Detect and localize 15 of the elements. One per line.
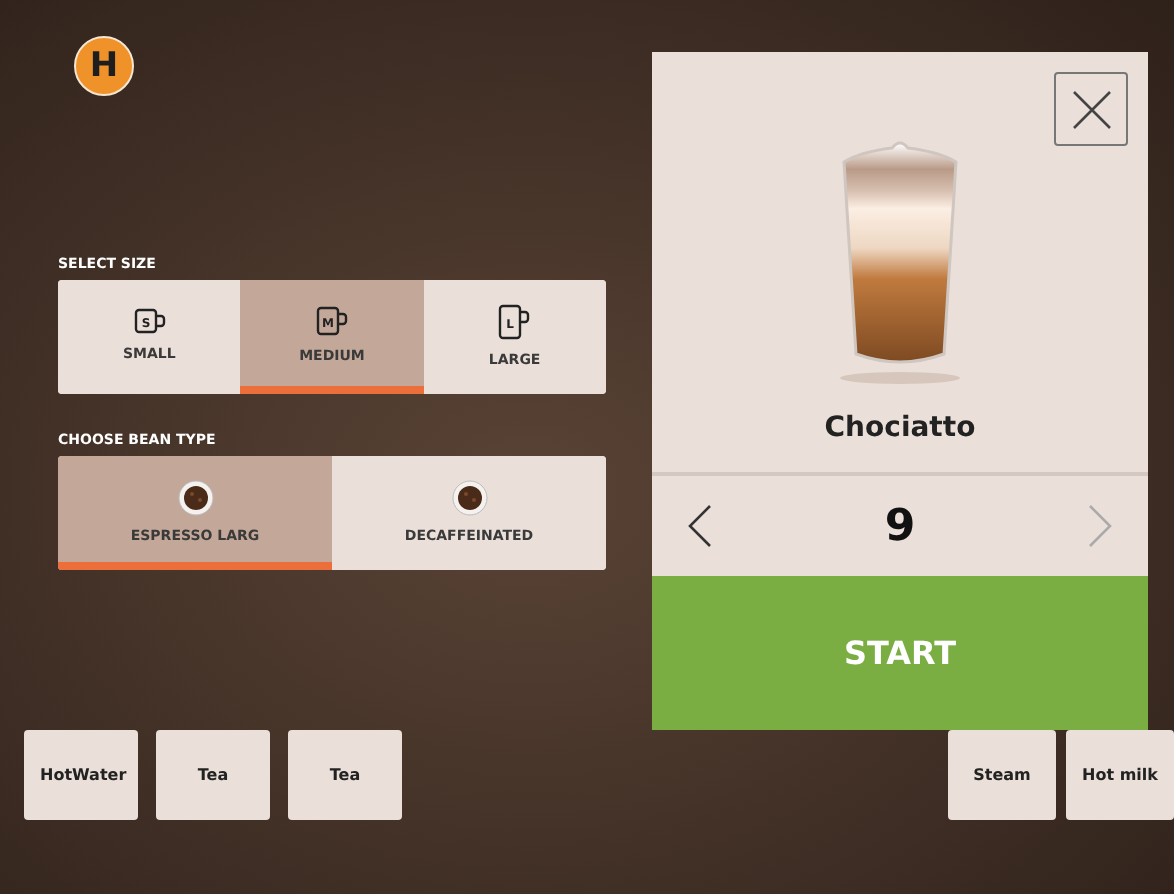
- coffee-grounds-icon: [177, 479, 213, 515]
- quantity-value: 9: [884, 501, 916, 551]
- drink-button[interactable]: HotWater: [24, 730, 138, 820]
- drink-button[interactable]: Tea: [156, 730, 270, 820]
- previous-button[interactable]: [688, 504, 712, 548]
- close-icon: [1069, 87, 1113, 131]
- logo-badge: H: [74, 36, 134, 96]
- close-button[interactable]: [1054, 72, 1128, 146]
- coffee-grounds-icon: [451, 479, 487, 515]
- drink-name: Chociatto: [824, 412, 976, 444]
- chevron-right-icon: [1088, 504, 1112, 548]
- drink-button[interactable]: Steam: [948, 730, 1056, 820]
- chevron-left-icon: [688, 504, 712, 548]
- drink-button[interactable]: Hot milk: [1066, 730, 1174, 820]
- drink-button[interactable]: Tea: [288, 730, 402, 820]
